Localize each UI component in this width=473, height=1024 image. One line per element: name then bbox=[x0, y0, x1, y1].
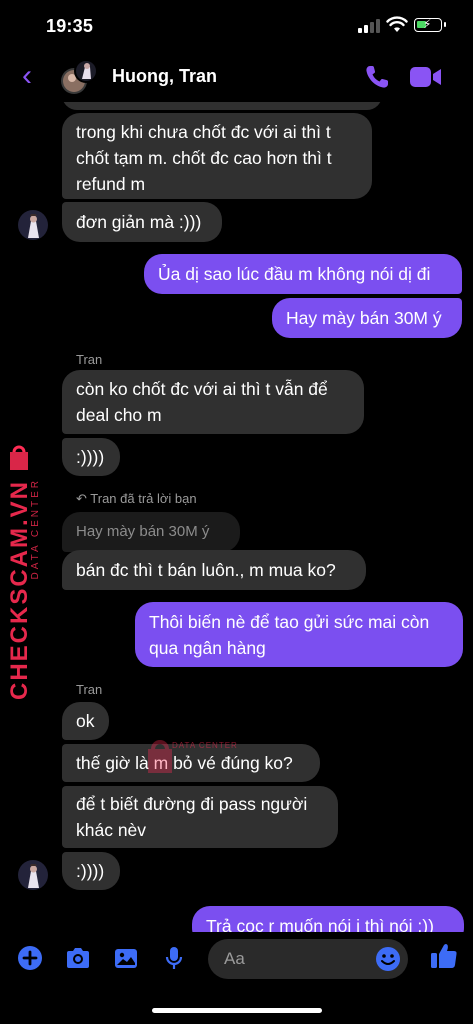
message-text: :)))) bbox=[76, 447, 105, 467]
message-bubble[interactable]: để t biết đường đi pass người khác nèv bbox=[62, 786, 338, 848]
message-text: Trả cọc r muốn nói j thì nói :)) bbox=[206, 916, 434, 932]
thumbs-up-icon[interactable] bbox=[428, 940, 460, 972]
camera-icon[interactable] bbox=[64, 944, 92, 972]
message-text: để t biết đường đi pass người khác nèv bbox=[76, 794, 308, 840]
video-call-icon[interactable] bbox=[410, 66, 442, 88]
message-text: :)))) bbox=[76, 861, 105, 881]
message-composer: Aa bbox=[0, 932, 473, 992]
home-indicator bbox=[152, 1008, 322, 1013]
message-bubble-outgoing[interactable]: Ủa dị sao lúc đầu m không nói dị đi bbox=[144, 254, 462, 294]
plus-icon[interactable] bbox=[16, 944, 44, 972]
message-list[interactable]: trong khi chưa chốt đc với ai thì t chốt… bbox=[0, 102, 473, 932]
reply-note-text: Tran đã trả lời bạn bbox=[90, 491, 197, 506]
message-text: Thôi biến nè để tao gửi sức mai còn qua … bbox=[149, 612, 430, 658]
sender-name: Tran bbox=[76, 352, 103, 367]
message-text: trong khi chưa chốt đc với ai thì t chốt… bbox=[76, 122, 332, 194]
message-text: bán đc thì t bán luôn., m mua ko? bbox=[76, 560, 336, 580]
watermark-tagline-faint: DATA CENTER bbox=[172, 741, 238, 750]
conversation-title[interactable]: Huong, Tran bbox=[112, 66, 217, 87]
phone-call-icon[interactable] bbox=[364, 64, 390, 90]
message-text: Ủa dị sao lúc đầu m không nói dị đi bbox=[158, 264, 431, 284]
message-bubble[interactable]: :)))) bbox=[62, 438, 120, 476]
emoji-icon[interactable] bbox=[374, 945, 402, 973]
status-time: 19:35 bbox=[46, 16, 94, 36]
message-bubble-partial[interactable] bbox=[62, 102, 382, 110]
contact-avatar[interactable] bbox=[18, 210, 48, 240]
contact-avatar[interactable] bbox=[18, 860, 48, 890]
group-avatar[interactable] bbox=[60, 59, 98, 97]
message-text: thế giờ là m bỏ vé đúng ko? bbox=[76, 753, 293, 773]
reply-indicator: ↶ Tran đã trả lời bạn bbox=[76, 491, 197, 507]
message-bubble[interactable]: còn ko chốt đc với ai thì t vẫn để deal … bbox=[62, 370, 364, 434]
back-chevron-icon[interactable]: ‹ bbox=[22, 61, 42, 91]
message-text: ok bbox=[76, 711, 95, 731]
quoted-text: Hay mày bán 30M ý bbox=[76, 523, 210, 540]
microphone-icon[interactable] bbox=[160, 944, 188, 972]
message-bubble[interactable]: ok bbox=[62, 702, 109, 740]
wifi-icon bbox=[386, 16, 408, 32]
message-text: Hay mày bán 30M ý bbox=[286, 308, 442, 328]
quoted-message[interactable]: Hay mày bán 30M ý bbox=[62, 512, 240, 552]
message-bubble[interactable]: bán đc thì t bán luôn., m mua ko? bbox=[62, 550, 366, 590]
reply-arrow-icon: ↶ bbox=[76, 491, 91, 506]
message-bubble[interactable]: trong khi chưa chốt đc với ai thì t chốt… bbox=[62, 113, 372, 199]
message-bubble[interactable]: :)))) bbox=[62, 852, 120, 890]
message-text: đơn giản mà :))) bbox=[76, 212, 202, 232]
message-text: còn ko chốt đc với ai thì t vẫn để deal … bbox=[76, 379, 328, 425]
message-input-placeholder: Aa bbox=[224, 949, 245, 968]
watermark-tagline: DATA CENTER bbox=[30, 478, 41, 580]
sender-name: Tran bbox=[76, 682, 103, 697]
conversation-header: ‹ Huong, Tran bbox=[0, 52, 473, 102]
cellular-signal-icon bbox=[358, 19, 380, 33]
watermark-logo bbox=[10, 445, 28, 470]
status-bar: 19:35 ⚡ bbox=[0, 0, 473, 52]
battery-charging-icon: ⚡ bbox=[414, 17, 446, 32]
message-bubble-outgoing[interactable]: Thôi biến nè để tao gửi sức mai còn qua … bbox=[135, 602, 463, 667]
message-bubble[interactable]: đơn giản mà :))) bbox=[62, 202, 222, 242]
message-bubble-outgoing[interactable]: Hay mày bán 30M ý bbox=[272, 298, 462, 338]
message-input[interactable]: Aa bbox=[208, 939, 408, 979]
photo-gallery-icon[interactable] bbox=[112, 944, 140, 972]
message-bubble-outgoing[interactable]: Trả cọc r muốn nói j thì nói :)) bbox=[192, 906, 464, 932]
